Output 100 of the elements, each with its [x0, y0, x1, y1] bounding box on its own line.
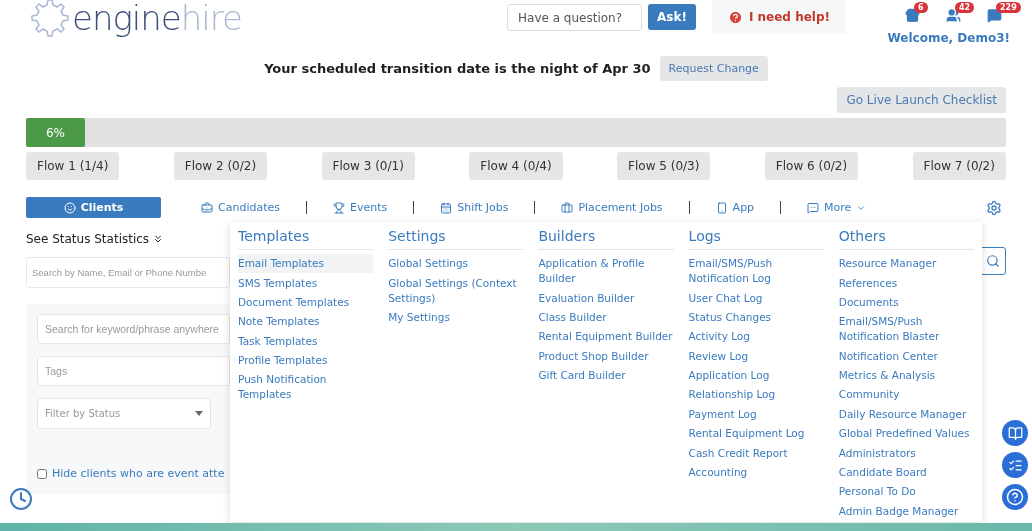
count-badge: 6	[914, 2, 928, 13]
trophy-icon	[332, 201, 345, 214]
question-field[interactable]: Have a question?	[507, 4, 642, 31]
menu-item[interactable]: Metrics & Analysis	[838, 365, 974, 386]
chat-bubble-icon	[807, 201, 820, 214]
count-badge: 42	[955, 2, 975, 13]
menu-item[interactable]: Application Log	[688, 365, 824, 386]
menu-item[interactable]: Personal To Do	[838, 482, 974, 502]
nav-tab[interactable]: Clients	[26, 197, 161, 218]
nav-tab[interactable]: Candidates	[191, 197, 290, 218]
menu-item[interactable]: Application & Profile Builder	[538, 254, 674, 289]
nav-tab[interactable]: Shift Jobs	[430, 197, 519, 218]
nav-tab[interactable]: App	[705, 197, 765, 218]
menu-item[interactable]: Documents	[838, 292, 974, 313]
menu-item[interactable]: Accounting	[688, 462, 824, 483]
menu-column-title: Logs	[688, 228, 824, 250]
tags-field[interactable]: Tags	[37, 356, 230, 386]
menu-item[interactable]: Admin Badge Manager	[838, 501, 974, 521]
menu-item[interactable]: Notification Center	[838, 346, 974, 366]
help-button[interactable]: I need help!	[711, 0, 846, 34]
menu-item[interactable]: Payment Log	[688, 404, 824, 424]
menu-item[interactable]: Email Templates	[238, 254, 374, 274]
flow-button[interactable]: Flow 3 (0/1)	[321, 152, 415, 180]
book-icon	[1007, 425, 1023, 441]
nav-tab[interactable]: Events	[322, 197, 398, 218]
menu-item[interactable]: SMS Templates	[238, 273, 374, 293]
menu-item[interactable]: Global Predefined Values	[838, 424, 974, 444]
menu-item[interactable]: Class Builder	[538, 307, 674, 328]
menu-item[interactable]: Review Log	[688, 346, 824, 366]
hide-clients-checkbox[interactable]	[37, 468, 47, 479]
menu-column-title: Settings	[388, 228, 524, 250]
menu-item[interactable]: Note Templates	[238, 312, 374, 332]
menu-column-title: Templates	[238, 228, 374, 250]
menu-item[interactable]: Administrators	[838, 443, 974, 463]
nav-tab[interactable]: Placement Jobs	[551, 197, 673, 218]
menu-item[interactable]: Product Shop Builder	[538, 346, 674, 366]
settings-icon[interactable]	[986, 199, 1002, 216]
menu-item[interactable]: Community	[838, 385, 974, 405]
history-button[interactable]	[9, 487, 33, 511]
request-change-button[interactable]: Request Change	[659, 56, 768, 81]
progress-fill: 6%	[26, 118, 85, 147]
logo-text: hire	[180, 0, 242, 38]
store-icon[interactable]	[905, 8, 920, 23]
menu-item[interactable]: Resource Manager	[838, 254, 974, 274]
menu-item[interactable]: Activity Log	[688, 327, 824, 347]
status-select[interactable]: Filter by Status	[37, 398, 211, 429]
flow-button[interactable]: Flow 2 (0/2)	[173, 152, 268, 180]
menu-item[interactable]: Daily Resource Manager	[838, 404, 974, 424]
nav-tab[interactable]: More	[797, 197, 877, 218]
flow-button[interactable]: Flow 5 (0/3)	[617, 152, 711, 180]
menu-column-title: Others	[838, 228, 974, 250]
menu-item[interactable]: Push Notification Templates	[238, 370, 374, 405]
menu-column-title: Builders	[538, 228, 674, 250]
caret-icon	[195, 411, 203, 416]
menu-item[interactable]: Email/SMS/Push Notification Log	[688, 254, 824, 289]
logo-text: engine	[72, 0, 181, 38]
calendar-icon	[440, 201, 453, 214]
search-field[interactable]: Search by Name, Email or Phone Numbe	[26, 257, 230, 288]
ask-button[interactable]: Ask!	[648, 4, 696, 30]
help-icon	[1006, 488, 1024, 506]
menu-item[interactable]: Document Templates	[238, 292, 374, 313]
count-badge: 229	[996, 2, 1021, 13]
smiley-icon	[63, 201, 76, 214]
go-live-button[interactable]: Go Live Launch Checklist	[837, 87, 1006, 113]
menu-item[interactable]: Global Settings	[388, 254, 524, 274]
flow-button[interactable]: Flow 7 (0/2)	[912, 152, 1006, 180]
help-circle-button[interactable]	[1002, 484, 1028, 510]
status-statistics-toggle[interactable]: See Status Statistics	[26, 232, 230, 246]
menu-item[interactable]: Evaluation Builder	[538, 288, 674, 308]
menu-item[interactable]: Task Templates	[238, 331, 374, 351]
menu-item[interactable]: References	[838, 273, 974, 293]
briefcase-icon	[561, 201, 574, 214]
checklist-button[interactable]	[1002, 452, 1028, 478]
clock-icon	[9, 487, 33, 511]
checkbox-label: Hide clients who are event atte	[52, 467, 225, 480]
menu-item[interactable]: Profile Templates	[238, 350, 374, 371]
checklist-icon	[1007, 457, 1023, 473]
menu-item[interactable]: Global Settings (Context Settings)	[388, 273, 524, 308]
flow-button[interactable]: Flow 4 (0/4)	[469, 152, 563, 180]
book-button[interactable]	[1002, 420, 1028, 446]
welcome-text: Welcome, Demo3!	[887, 31, 1010, 45]
flow-button[interactable]: Flow 6 (0/2)	[764, 152, 859, 180]
menu-item[interactable]: Rental Equipment Log	[688, 424, 824, 444]
menu-item[interactable]: Email/SMS/Push Notification Blaster	[838, 312, 974, 347]
transition-message: Your scheduled transition date is the night of Apr 30	[264, 61, 651, 76]
question-icon	[727, 9, 743, 25]
search-button[interactable]	[980, 247, 1006, 275]
menu-item[interactable]: Relationship Log	[688, 385, 824, 405]
people-icon[interactable]	[946, 8, 961, 23]
menu-item[interactable]: My Settings	[388, 307, 524, 328]
menu-item[interactable]: Rental Equipment Builder	[538, 327, 674, 347]
menu-item[interactable]: Status Changes	[688, 307, 824, 328]
search-icon	[986, 254, 1000, 268]
menu-item[interactable]: Gift Card Builder	[538, 365, 674, 386]
chat-icon[interactable]	[987, 8, 1002, 23]
flow-button[interactable]: Flow 1 (1/4)	[26, 152, 120, 180]
keyword-field[interactable]: Search for keyword/phrase anywhere	[37, 314, 230, 344]
menu-item[interactable]: User Chat Log	[688, 288, 824, 308]
menu-item[interactable]: Cash Credit Report	[688, 443, 824, 463]
menu-item[interactable]: Candidate Board	[838, 462, 974, 483]
